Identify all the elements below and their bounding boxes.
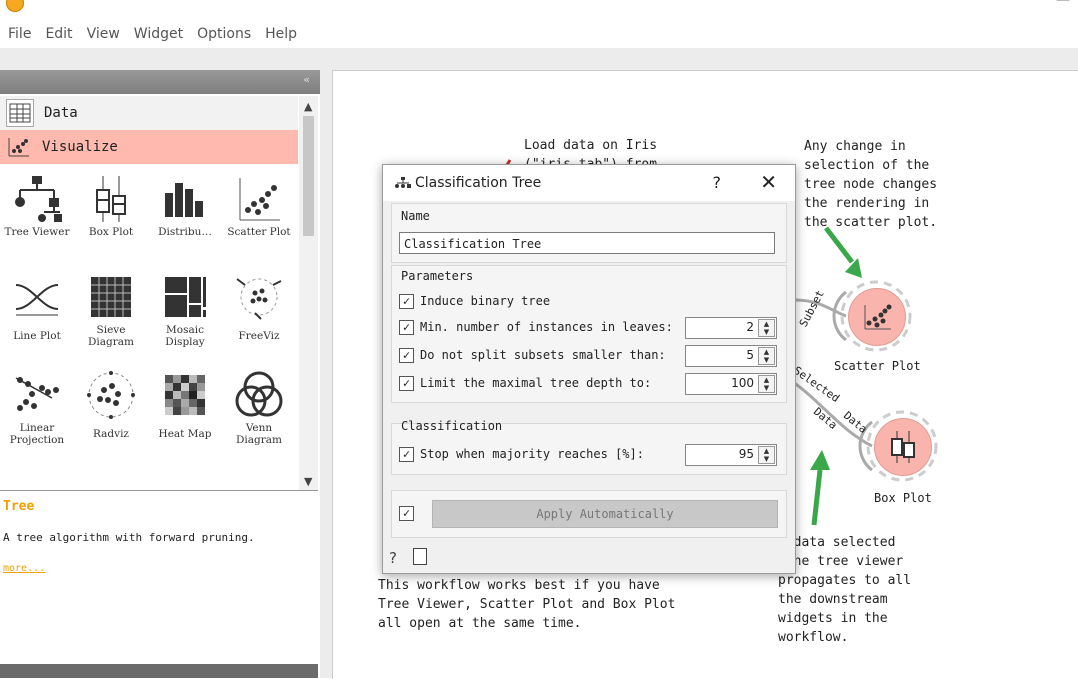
report-icon[interactable] <box>413 548 427 565</box>
note-selected-data: e data selected the tree viewer propagat… <box>778 535 912 645</box>
option-max-depth[interactable]: ✓ Limit the maximal tree depth to: <box>399 373 651 393</box>
tree-icon <box>395 177 411 188</box>
note-workflow: This workflow works best if you have Tre… <box>378 578 676 631</box>
spin-arrows-icon[interactable]: ▲ ▼ <box>758 375 775 393</box>
spin-arrows-icon[interactable]: ▲ ▼ <box>758 446 775 464</box>
apply-auto-checkbox-row[interactable]: ✓ <box>399 503 420 523</box>
min-instances-spinbox[interactable]: 2 ▲ ▼ <box>685 317 777 339</box>
apply-automatically-button[interactable]: Apply Automatically <box>432 500 778 528</box>
node-scatter-plot-label: Scatter Plot <box>834 359 921 373</box>
node-box-plot[interactable] <box>874 418 932 476</box>
node-box-plot-label: Box Plot <box>874 491 932 505</box>
spin-value: 95 <box>738 447 754 461</box>
checkbox-min-instances[interactable]: ✓ <box>399 319 414 335</box>
close-icon[interactable]: ✕ <box>760 170 777 194</box>
option-induce-binary-tree[interactable]: ✓ Induce binary tree <box>399 291 550 311</box>
help-footer-icon[interactable]: ? <box>389 549 397 567</box>
option-min-instances[interactable]: ✓ Min. number of instances in leaves: <box>399 317 673 337</box>
note-selection-change: Any change in selection of the tree node… <box>804 139 938 230</box>
option-label: Induce binary tree <box>420 294 551 308</box>
scatter-plot-icon <box>864 304 892 330</box>
spin-value: 5 <box>746 348 754 362</box>
checkbox-induce-binary-tree[interactable]: ✓ <box>399 293 414 309</box>
min-split-spinbox[interactable]: 5 ▲ ▼ <box>685 345 777 367</box>
classification-group-title: Classification <box>401 419 503 433</box>
node-scatter-plot[interactable] <box>848 288 906 346</box>
name-group-title: Name <box>401 209 430 223</box>
spin-arrows-icon[interactable]: ▲ ▼ <box>758 319 775 337</box>
checkbox-min-split[interactable]: ✓ <box>399 347 414 363</box>
option-label: Limit the maximal tree depth to: <box>420 376 652 390</box>
spin-value: 100 <box>731 376 754 390</box>
spin-value: 2 <box>746 320 754 334</box>
option-majority-stop[interactable]: ✓ Stop when majority reaches [%]: <box>399 444 644 464</box>
classification-tree-dialog: Classification Tree ? ✕ Name Classificat… <box>382 164 796 574</box>
parameters-group-title: Parameters <box>401 269 474 283</box>
name-input[interactable]: Classification Tree <box>399 232 775 254</box>
option-min-split[interactable]: ✓ Do not split subsets smaller than: <box>399 345 666 365</box>
spin-arrows-icon[interactable]: ▲ ▼ <box>758 347 775 365</box>
option-label: Stop when majority reaches [%]: <box>420 447 644 461</box>
box-plot-icon <box>891 431 915 463</box>
checkbox-majority-stop[interactable]: ✓ <box>399 446 414 462</box>
majority-spinbox[interactable]: 95 ▲ ▼ <box>685 444 777 466</box>
option-label: Do not split subsets smaller than: <box>420 348 666 362</box>
checkbox-max-depth[interactable]: ✓ <box>399 375 414 391</box>
option-label: Min. number of instances in leaves: <box>420 320 673 334</box>
max-depth-spinbox[interactable]: 100 ▲ ▼ <box>685 373 777 395</box>
dialog-title: Classification Tree <box>415 175 542 191</box>
dialog-titlebar: Classification Tree ? ✕ <box>383 165 795 201</box>
help-icon[interactable]: ? <box>713 173 722 192</box>
checkbox-apply-automatically[interactable]: ✓ <box>399 505 414 521</box>
